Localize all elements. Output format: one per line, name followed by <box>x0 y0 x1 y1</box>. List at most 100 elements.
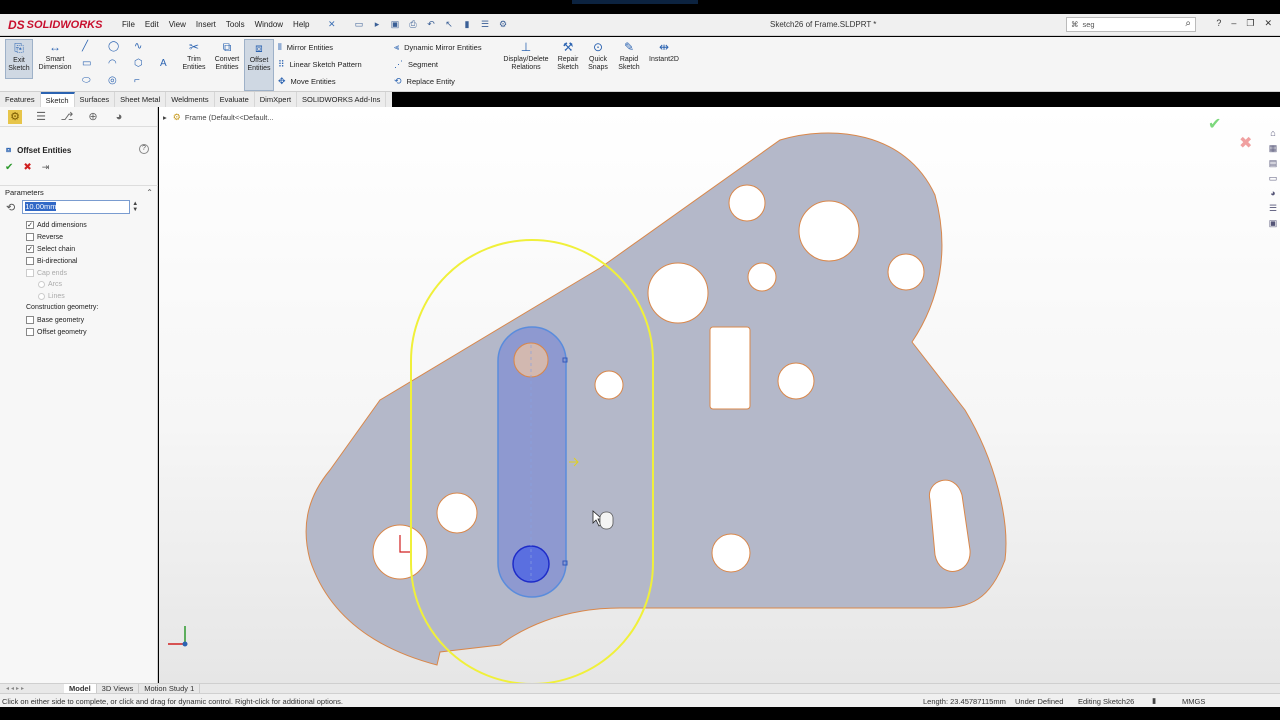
menu-help[interactable]: Help <box>293 20 309 29</box>
help-icon[interactable]: ? <box>1216 18 1221 29</box>
search-box[interactable]: ⌘ seg ⌕ <box>1066 17 1196 32</box>
pm-help-icon[interactable]: ? <box>139 144 149 154</box>
distance-spinner[interactable]: ▲ ▼ <box>132 201 138 213</box>
segment-button[interactable]: ⋰ Segment <box>394 59 438 70</box>
cap-ends-checkbox[interactable]: Cap ends <box>26 269 67 277</box>
text-icon[interactable]: A <box>160 58 167 69</box>
configuration-manager-tab-icon[interactable]: ⎇ <box>60 110 74 124</box>
polygon-icon[interactable]: ⬡ <box>134 58 143 69</box>
circle-icon[interactable]: ◯ <box>108 41 119 52</box>
offset-geometry-checkbox[interactable]: Offset geometry <box>26 328 87 336</box>
search-input[interactable]: seg <box>1083 20 1095 29</box>
file-properties-icon[interactable]: ☰ <box>478 17 492 31</box>
select-chain-checkbox[interactable]: ✓ Select chain <box>26 245 75 253</box>
property-manager-tab-icon[interactable]: ☰ <box>34 110 48 124</box>
offset-entities-button[interactable]: ⧈ Offset Entities <box>244 39 274 91</box>
slot-icon[interactable]: ⬭ <box>82 75 91 86</box>
spline-icon[interactable]: ∿ <box>134 41 142 52</box>
tab-scroll-arrows[interactable]: ◂◂▸▸ <box>6 685 26 692</box>
arc-icon[interactable]: ◠ <box>108 58 117 69</box>
rapid-sketch-icon: ✎ <box>623 40 635 54</box>
pushpin-icon[interactable]: ⇥ <box>42 162 50 173</box>
property-manager-panel: ⚙ ☰ ⎇ ⊕ ◕ ⧈ Offset Entities ? ✔ ✖ ⇥ Param… <box>0 107 158 683</box>
tab-weldments[interactable]: Weldments <box>166 92 215 107</box>
close-icon[interactable]: ✕ <box>1264 18 1272 29</box>
instant2d-button[interactable]: ⇹ Instant2D <box>646 39 682 64</box>
radio-circle <box>38 281 45 288</box>
add-dimensions-checkbox[interactable]: ✓ Add dimensions <box>26 221 87 229</box>
minimize-icon[interactable]: – <box>1231 18 1236 29</box>
title-bar: DS SOLIDWORKS File Edit View Insert Tools… <box>0 14 1280 36</box>
collapse-chevron-icon[interactable]: ⌃ <box>146 186 153 199</box>
menu-window[interactable]: Window <box>255 20 283 29</box>
tab-evaluate[interactable]: Evaluate <box>215 92 255 107</box>
point-icon[interactable]: ◎ <box>108 75 117 86</box>
mirror-entities-button[interactable]: ⫴ Mirror Entities <box>278 42 333 53</box>
display-delete-relations-button[interactable]: ⊥ Display/Delete Relations <box>500 39 552 72</box>
smart-dimension-button[interactable]: ↔ Smart Dimension <box>36 39 74 72</box>
quick-snaps-button[interactable]: ⊙ Quick Snaps <box>585 39 611 72</box>
feature-manager-tab-icon[interactable]: ⚙ <box>8 110 22 124</box>
fillet-icon[interactable]: ⌐ <box>134 75 140 86</box>
cancel-icon[interactable]: ✖ <box>23 162 31 173</box>
tab-surfaces[interactable]: Surfaces <box>75 92 116 107</box>
pm-title: ⧈ Offset Entities <box>6 145 72 155</box>
menu-file[interactable]: File <box>122 20 135 29</box>
select-icon[interactable]: ↖ <box>442 17 456 31</box>
relations-icon: ⊥ <box>520 40 532 54</box>
ok-icon[interactable]: ✔ <box>5 162 13 173</box>
restore-icon[interactable]: ❐ <box>1246 18 1254 29</box>
units-selector[interactable]: MMGS <box>1182 697 1205 706</box>
tab-sheet-metal[interactable]: Sheet Metal <box>115 92 167 107</box>
display-manager-tab-icon[interactable]: ◕ <box>112 110 126 124</box>
line-icon[interactable]: ╱ <box>82 41 88 52</box>
graphics-area[interactable]: ▸ ⚙ Frame (Default<<Default... ✔ ✖ ⌂ ▦ ▤ ▭… <box>159 107 1280 683</box>
menu-tools[interactable]: Tools <box>226 20 245 29</box>
pattern-icon: ⠿ <box>278 59 285 69</box>
base-geometry-checkbox[interactable]: Base geometry <box>26 316 84 324</box>
tab-dimxpert[interactable]: DimXpert <box>255 92 298 107</box>
arcs-radio[interactable]: Arcs <box>38 281 62 288</box>
checkbox-box <box>26 257 34 265</box>
replace-entity-button[interactable]: ⟲ Replace Entity <box>394 76 455 87</box>
trim-entities-button[interactable]: ✂ Trim Entities <box>178 39 210 72</box>
options-icon[interactable]: ⚙ <box>496 17 510 31</box>
status-length: Length: 23.45787115mm <box>923 697 1006 706</box>
lines-radio[interactable]: Lines <box>38 293 65 300</box>
bi-directional-checkbox[interactable]: Bi-directional <box>26 257 77 265</box>
parameters-section-header[interactable]: Parameters ⌃ <box>0 185 158 199</box>
exit-sketch-button[interactable]: ⎘ Exit Sketch <box>5 39 33 79</box>
offset-distance-input[interactable]: 10.00mm <box>22 200 131 214</box>
open-icon[interactable]: ▸ <box>370 17 384 31</box>
offset-distance-row: ⟲ 10.00mm ▲ ▼ <box>6 200 138 214</box>
menu-edit[interactable]: Edit <box>145 20 159 29</box>
dimxpert-manager-tab-icon[interactable]: ⊕ <box>86 110 100 124</box>
menu-insert[interactable]: Insert <box>196 20 216 29</box>
search-icon[interactable]: ⌕ <box>1185 18 1191 29</box>
save-icon[interactable]: ▣ <box>388 17 402 31</box>
rebuild-indicator-icon[interactable]: ▮ <box>1152 696 1156 705</box>
dynamic-mirror-icon: ⫷ <box>394 42 400 52</box>
checkbox-box <box>26 269 34 277</box>
linear-sketch-pattern-button[interactable]: ⠿ Linear Sketch Pattern <box>278 59 362 70</box>
convert-entities-button[interactable]: ⧉ Convert Entities <box>211 39 243 72</box>
rebuild-icon[interactable]: ▮ <box>460 17 474 31</box>
tab-addins[interactable]: SOLIDWORKS Add-Ins <box>297 92 387 107</box>
move-entities-button[interactable]: ✥ Move Entities <box>278 76 336 87</box>
dynamic-mirror-button[interactable]: ⫷ Dynamic Mirror Entities <box>394 42 482 53</box>
print-icon[interactable]: ⎙ <box>406 17 420 31</box>
undo-icon[interactable]: ↶ <box>424 17 438 31</box>
reverse-checkbox[interactable]: Reverse <box>26 233 63 241</box>
document-title: Sketch26 of Frame.SLDPRT * <box>770 20 877 29</box>
sketch-canvas[interactable] <box>159 107 1280 683</box>
rapid-sketch-button[interactable]: ✎ Rapid Sketch <box>615 39 643 72</box>
pin-icon[interactable]: ✕ <box>328 19 336 30</box>
solidworks-logo[interactable]: DS SOLIDWORKS <box>8 17 102 33</box>
tab-sketch[interactable]: Sketch <box>40 92 75 107</box>
menu-view[interactable]: View <box>169 20 186 29</box>
tab-features[interactable]: Features <box>0 92 41 107</box>
rectangle-icon[interactable]: ▭ <box>82 58 91 69</box>
repair-sketch-button[interactable]: ⚒ Repair Sketch <box>555 39 581 72</box>
window-controls: ? – ❐ ✕ <box>1216 18 1272 29</box>
new-icon[interactable]: ▭ <box>352 17 366 31</box>
